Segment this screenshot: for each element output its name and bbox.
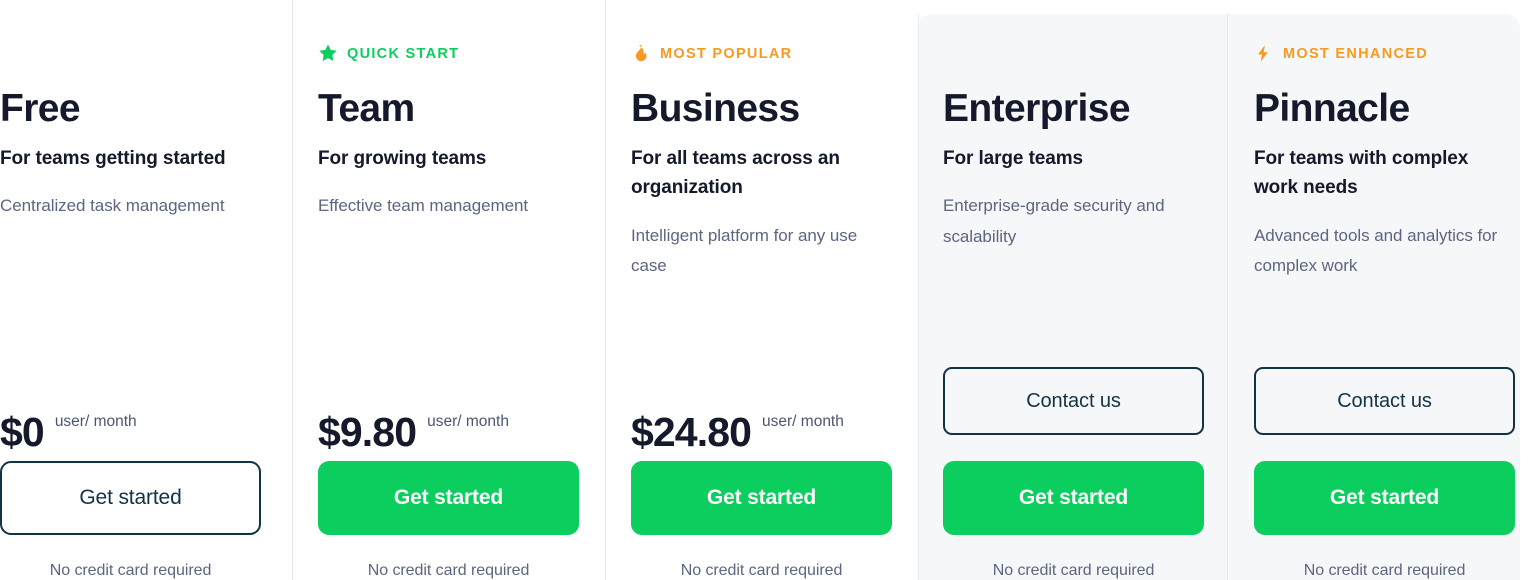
plan-price: $24.80 user/ month <box>631 365 893 461</box>
badge-label: MOST POPULAR <box>660 45 793 62</box>
plan-tagline: For all teams across an organization <box>631 147 840 199</box>
price-period: user/ month <box>427 412 509 430</box>
plan-tagline: For growing teams <box>318 147 487 169</box>
badge-label: MOST ENHANCED <box>1283 45 1428 62</box>
plan-badge: QUICK START <box>318 40 580 68</box>
badge-label: QUICK START <box>347 45 460 62</box>
plan-name: Team <box>318 87 415 130</box>
plan-description: Centralized task management <box>0 196 225 216</box>
contact-us-button[interactable]: Contact us <box>943 367 1204 435</box>
flame-icon <box>631 43 651 65</box>
plan-name: Pinnacle <box>1254 87 1410 130</box>
plan-footnote: No credit card required <box>1303 562 1466 579</box>
price-period: user/ month <box>54 412 137 430</box>
plan-footnote: No credit card required <box>49 562 212 579</box>
price-amount: $9.80 <box>318 409 417 455</box>
get-started-button[interactable]: Get started <box>943 461 1204 535</box>
plan-name: Business <box>631 87 800 130</box>
plan-card-team: QUICK START Team For growing teams Effec… <box>292 0 605 580</box>
get-started-button[interactable]: Get started <box>631 461 892 535</box>
plan-tagline: For large teams <box>943 147 1083 169</box>
price-period: user/ month <box>762 412 844 430</box>
plan-card-free: Free For teams getting started Centraliz… <box>0 0 292 580</box>
price-amount: $0 <box>0 409 45 455</box>
get-started-button[interactable]: Get started <box>1254 461 1515 535</box>
plan-name: Free <box>0 87 81 130</box>
plan-description: Effective team management <box>318 196 529 216</box>
pricing-table: Free For teams getting started Centraliz… <box>0 0 1535 580</box>
plan-footnote: No credit card required <box>367 562 530 579</box>
get-started-button[interactable]: Get started <box>318 461 579 535</box>
plan-tagline: For teams getting started <box>0 147 226 169</box>
pricing-columns: Free For teams getting started Centraliz… <box>0 0 1535 580</box>
plan-footnote: No credit card required <box>680 562 843 579</box>
plan-description: Enterprise-grade security and scalabilit… <box>943 196 1165 246</box>
plan-name: Enterprise <box>943 87 1131 130</box>
plan-footnote: No credit card required <box>992 562 1155 579</box>
plan-badge: MOST ENHANCED <box>1254 40 1510 68</box>
lightning-icon <box>1254 43 1274 65</box>
plan-card-enterprise: Enterprise For large teams Enterprise-gr… <box>918 0 1227 580</box>
price-amount: $24.80 <box>631 409 752 455</box>
plan-badge: MOST POPULAR <box>631 40 893 68</box>
star-icon <box>318 43 338 65</box>
plan-tagline: For teams with complex work needs <box>1254 147 1469 199</box>
get-started-button[interactable]: Get started <box>0 461 261 535</box>
plan-price: $9.80 user/ month <box>318 365 580 461</box>
plan-card-pinnacle: MOST ENHANCED Pinnacle For teams with co… <box>1227 0 1535 580</box>
plan-card-business: MOST POPULAR Business For all teams acro… <box>605 0 918 580</box>
plan-description: Advanced tools and analytics for complex… <box>1254 225 1498 276</box>
contact-us-button[interactable]: Contact us <box>1254 367 1515 435</box>
plan-description: Intelligent platform for any use case <box>631 225 858 276</box>
plan-price: $0 user/ month <box>0 365 267 461</box>
